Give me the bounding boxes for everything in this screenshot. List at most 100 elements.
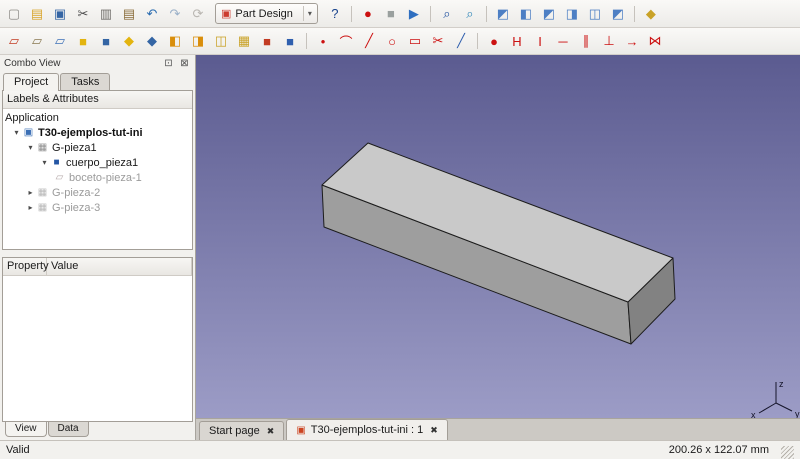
tab-view[interactable]: View [5,422,47,437]
toolbar-icon-glyph: ▦ [238,33,250,49]
tree-expander-icon[interactable]: ▾ [25,143,36,152]
sketch-trim-icon[interactable]: ✂ [427,31,449,51]
toolbar-icon-glyph: ◆ [147,33,157,49]
constraint-symmetric-icon[interactable]: ⋈ [644,31,666,51]
axis-x-label: x [751,410,756,418]
fillet-icon[interactable]: ◧ [164,31,186,51]
chamfer-icon[interactable]: ◨ [187,31,209,51]
tree-item-g-pieza1[interactable]: ▾ ▦ G-pieza1 [3,140,192,155]
tab-project[interactable]: Project [3,73,59,91]
toolbar-icon-glyph: ─ [558,34,567,49]
view-bottom-icon[interactable]: ◩ [607,4,629,24]
close-icon[interactable]: ✖ [267,426,275,437]
refresh-icon[interactable]: ⟳ [187,4,209,24]
tree-item-label: boceto-pieza-1 [69,172,142,184]
revolution-icon[interactable]: ◆ [118,31,140,51]
pad-icon[interactable]: ■ [72,31,94,51]
tree-item-g-pieza-3[interactable]: ▸ ▦ G-pieza-3 [3,200,192,215]
edit-sketch-icon[interactable]: ▱ [26,31,48,51]
toolbar-icon-glyph: ⊥ [603,33,614,49]
cut-icon[interactable]: ✂ [72,4,94,24]
property-table-header: Property Value [3,258,192,276]
combo-close-button[interactable]: ⊠ [178,57,191,70]
constraint-distance-icon[interactable]: ─ [552,31,574,51]
tree-item-document[interactable]: ▾ ▣ T30-ejemplos-tut-ini [3,125,192,140]
groove-icon[interactable]: ◆ [141,31,163,51]
toolbar-icon-glyph: ▤ [31,6,43,22]
doc-tab-document[interactable]: ▣ T30-ejemplos-tut-ini : 1 ✖ [286,419,448,440]
undo-icon[interactable]: ↶ [141,4,163,24]
close-icon[interactable]: ✖ [430,425,438,436]
property-column-header[interactable]: Property [3,258,47,275]
whats-this-icon[interactable]: ? [324,4,346,24]
constraint-horizontal-icon[interactable]: H [506,31,528,51]
tree-expander-icon[interactable]: ▸ [25,188,36,197]
linear-pattern-icon[interactable]: ▦ [233,31,255,51]
sketch-point-icon[interactable]: • [312,31,334,51]
workbench-icon: ▣ [221,7,231,20]
constraint-vertical-icon[interactable]: I [529,31,551,51]
map-sketch-icon[interactable]: ▱ [49,31,71,51]
view-top-icon[interactable]: ◩ [538,4,560,24]
status-message: Valid [6,444,30,456]
toolbar-icon-glyph: ▤ [123,6,135,22]
sketch-arc-icon[interactable]: ⌒ [335,31,357,51]
macro-play-icon[interactable]: ▶ [403,4,425,24]
tree-expander-icon[interactable]: ▾ [11,128,22,137]
redo-icon[interactable]: ↷ [164,4,186,24]
constraint-perpendicular-icon[interactable]: ⊥ [598,31,620,51]
boolean-cut-icon[interactable]: ■ [256,31,278,51]
main-toolbar: ▢ ▤ ▣ ✂ ▥ ▤ ↶ [0,0,800,28]
macro-stop-icon[interactable]: ■ [380,4,402,24]
zoom-box-icon[interactable]: ⌕ [459,4,481,24]
tree-item-cuerpo-pieza1[interactable]: ▾ ■ cuerpo_pieza1 [3,155,192,170]
toolbar-icon-glyph: ▣ [54,6,66,22]
open-document-icon[interactable]: ▤ [26,4,48,24]
view-front-icon[interactable]: ◧ [515,4,537,24]
tab-label: Project [14,76,48,88]
constraint-tangent-icon[interactable]: → [621,31,643,51]
tab-data[interactable]: Data [48,422,89,437]
macro-record-icon[interactable]: ● [357,4,379,24]
value-column-header[interactable]: Value [47,258,192,275]
measure-distance-icon[interactable]: ◆ [640,4,662,24]
tree-expander-icon[interactable]: ▸ [25,203,36,212]
zoom-fit-all-icon[interactable]: ⌕ [436,4,458,24]
mirrored-icon[interactable]: ◫ [210,31,232,51]
workbench-selector[interactable]: ▣ Part Design ▾ [215,3,318,24]
toolbar-icon-glyph: ○ [388,34,396,49]
pocket-icon[interactable]: ■ [95,31,117,51]
property-table-body[interactable] [3,276,192,421]
view-rear-icon[interactable]: ◫ [584,4,606,24]
paste-icon[interactable]: ▤ [118,4,140,24]
constraint-parallel-icon[interactable]: ∥ [575,31,597,51]
sketch-rectangle-icon[interactable]: ▭ [404,31,426,51]
sketch-line-icon[interactable]: ╱ [358,31,380,51]
doc-tab-start-page[interactable]: Start page ✖ [199,421,284,440]
boolean-union-icon[interactable]: ■ [279,31,301,51]
constraint-coincident-icon[interactable]: ● [483,31,505,51]
resize-grip[interactable] [781,446,794,459]
status-bar: Valid 200.26 x 122.07 mm [0,440,800,459]
viewport-canvas[interactable]: z x y [196,55,800,418]
model-tree: Application ▾ ▣ T30-ejemplos-tut-ini ▾ ▦… [3,109,192,249]
tree-item-boceto-pieza-1[interactable]: ▱ boceto-pieza-1 [3,170,192,185]
combo-view-titlebar[interactable]: Combo View ⊡ ⊠ [0,55,195,71]
toolbar-icon-glyph: ↷ [170,6,181,22]
3d-viewport[interactable]: z x y [196,55,800,418]
toolbar-icon-glyph: ◩ [497,6,509,22]
save-icon[interactable]: ▣ [49,4,71,24]
new-sketch-icon[interactable]: ▱ [3,31,25,51]
tree-item-icon: ▣ [22,127,35,138]
copy-icon[interactable]: ▥ [95,4,117,24]
tree-item-application[interactable]: Application [3,110,192,125]
view-axonometric-icon[interactable]: ◩ [492,4,514,24]
view-right-icon[interactable]: ◨ [561,4,583,24]
combo-float-button[interactable]: ⊡ [162,57,175,70]
sketch-circle-icon[interactable]: ○ [381,31,403,51]
construction-mode-icon[interactable]: ╱ [450,31,472,51]
tab-tasks[interactable]: Tasks [60,73,110,91]
tree-expander-icon[interactable]: ▾ [39,158,50,167]
new-document-icon[interactable]: ▢ [3,4,25,24]
tree-item-g-pieza-2[interactable]: ▸ ▦ G-pieza-2 [3,185,192,200]
